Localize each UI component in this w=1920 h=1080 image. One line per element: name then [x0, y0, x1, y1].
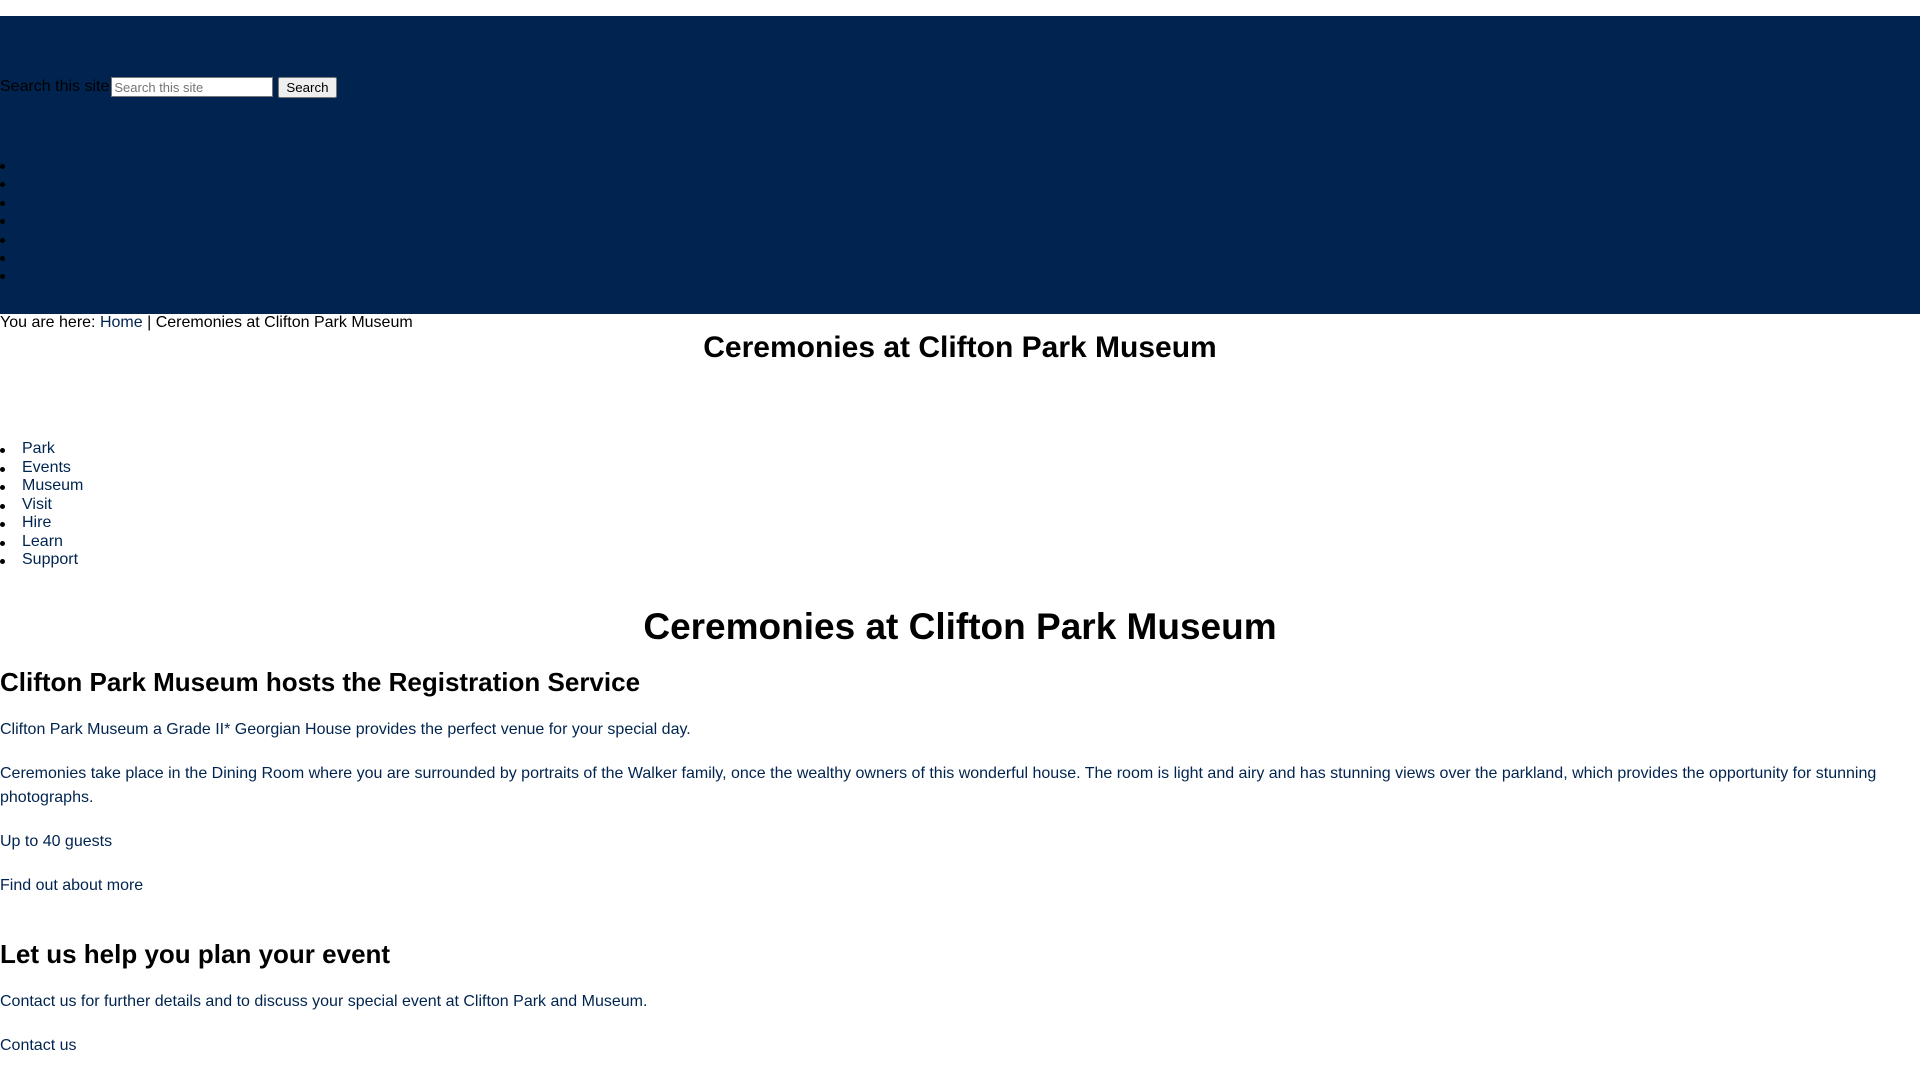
breadcrumb-current: Ceremonies at Clifton Park Museum — [155, 314, 413, 331]
registration-section: Clifton Park Museum hosts the Registrati… — [0, 666, 1900, 898]
main-heading: Ceremonies at Clifton Park Museum — [643, 606, 1277, 647]
nav-link-hire[interactable]: Hire — [22, 514, 51, 531]
nav-link-visit[interactable]: Visit — [22, 496, 52, 513]
dining-room-paragraph: Ceremonies take place in the Dining Room… — [0, 765, 1877, 806]
plan-event-heading: Let us help you plan your event — [0, 939, 391, 969]
header-menu-bullet — [0, 182, 5, 188]
nav-link-learn[interactable]: Learn — [22, 533, 63, 550]
header-menu-bullet — [0, 274, 5, 280]
search-input[interactable] — [111, 77, 274, 97]
contact-paragraph: Contact us for further details and to di… — [0, 993, 648, 1010]
intro-paragraph: Clifton Park Museum a Grade II* Georgian… — [0, 721, 691, 738]
registration-heading: Clifton Park Museum hosts the Registrati… — [0, 667, 641, 697]
site-header: Search this site Search — [0, 16, 1920, 314]
main-content: Clifton Park Museum hosts the Registrati… — [0, 666, 1900, 1078]
page-title: Ceremonies at Clifton Park Museum — [703, 331, 1217, 364]
search-button[interactable]: Search — [278, 76, 337, 98]
header-menu-bullet — [0, 164, 5, 169]
nav-link-museum[interactable]: Museum — [22, 477, 83, 494]
header-menu — [0, 164, 5, 293]
nav-link-park[interactable]: Park — [22, 440, 55, 457]
nav-item-support: Support — [0, 551, 83, 570]
nav-item-hire: Hire — [0, 514, 83, 533]
plan-event-section: Let us help you plan your event Contact … — [0, 938, 1900, 1058]
contact-us-link[interactable]: Contact us — [0, 1037, 76, 1054]
breadcrumb-separator: | — [147, 314, 152, 331]
nav-item-park: Park — [0, 440, 83, 459]
breadcrumb-home-link[interactable]: Home — [100, 314, 143, 331]
nav-link-support[interactable]: Support — [22, 551, 78, 568]
guest-capacity: Up to 40 guests — [0, 833, 113, 850]
breadcrumb-prefix: You are here: — [0, 314, 96, 331]
main-nav: Park Events Museum Visit Hire Learn Supp… — [0, 440, 83, 570]
find-out-more-wrapper: Find out about more — [0, 874, 1900, 898]
find-out-more-link[interactable]: Find out about more — [0, 877, 143, 894]
header-menu-bullet — [0, 237, 5, 243]
nav-item-museum: Museum — [0, 477, 83, 496]
header-menu-bullet — [0, 219, 5, 225]
nav-item-learn: Learn — [0, 533, 83, 552]
contact-us-wrapper: Contact us — [0, 1034, 1900, 1058]
nav-item-events: Events — [0, 459, 83, 478]
header-menu-bullet — [0, 255, 5, 261]
search-label: Search this site — [0, 78, 110, 95]
search-form: Search this site Search — [0, 76, 337, 98]
nav-item-visit: Visit — [0, 496, 83, 515]
nav-link-events[interactable]: Events — [22, 459, 71, 476]
header-menu-bullet — [0, 200, 5, 206]
